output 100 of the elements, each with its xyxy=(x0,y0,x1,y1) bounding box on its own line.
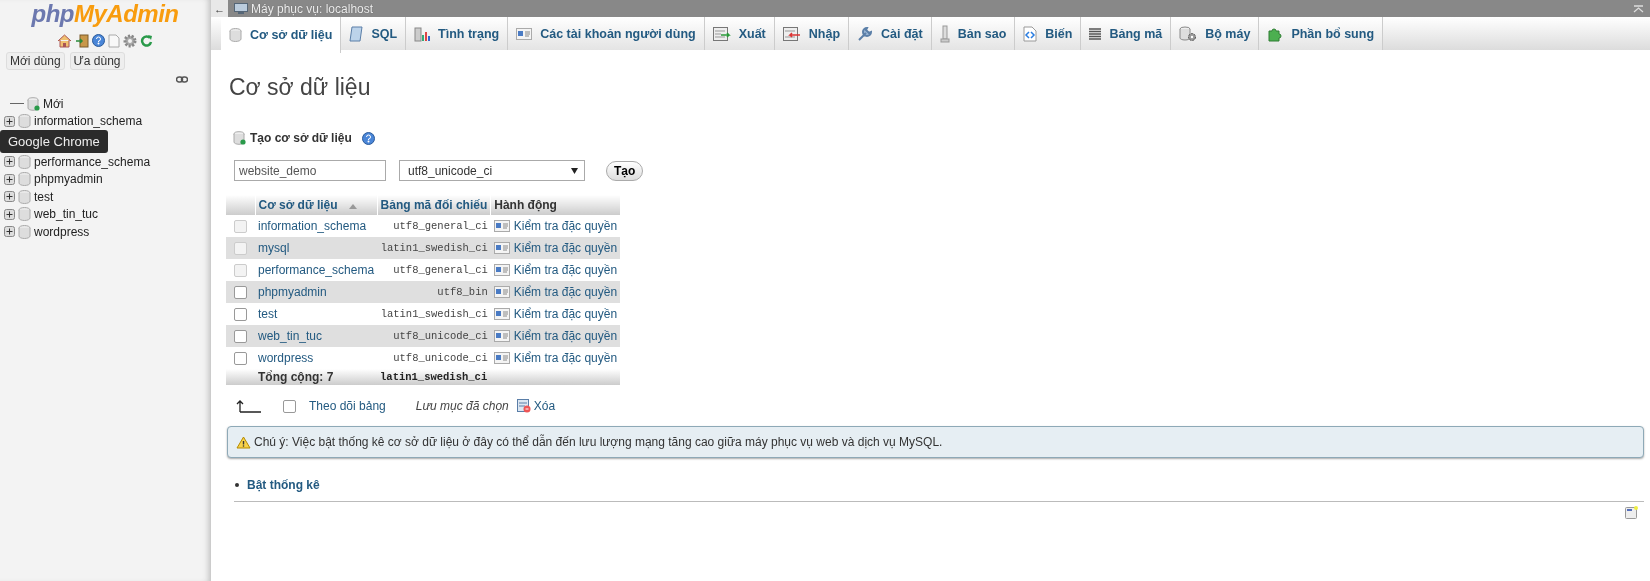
page-title: Cơ sở dữ liệu xyxy=(229,74,372,101)
table-cell: latin1_swedish_ci xyxy=(380,242,488,254)
tree-item[interactable]: wordpress xyxy=(34,224,90,239)
nav-tab[interactable]: Cài đặt xyxy=(849,17,932,50)
logo[interactable]: phpMyAdmin xyxy=(0,0,210,30)
link-icon[interactable] xyxy=(176,76,188,83)
row-checkbox[interactable] xyxy=(234,352,247,366)
select-all-label[interactable]: Theo dõi bảng xyxy=(309,399,386,413)
table-cell: latin1_swedish_ci xyxy=(380,371,488,383)
help-icon[interactable] xyxy=(92,34,105,47)
id-card-icon xyxy=(493,352,510,364)
nav-tab[interactable]: Biến xyxy=(1015,17,1082,50)
expand-icon[interactable] xyxy=(4,156,15,168)
expand-icon[interactable] xyxy=(4,173,15,185)
code-file-icon xyxy=(1023,25,1038,42)
document-icon xyxy=(349,25,364,42)
database-icon xyxy=(229,28,242,42)
expand-icon[interactable] xyxy=(4,208,15,220)
table-cell: utf8_unicode_ci xyxy=(393,330,488,342)
dropdown-arrow-icon[interactable] xyxy=(571,167,578,174)
nav-tab[interactable]: Bộ máy xyxy=(1171,17,1260,50)
id-card-icon xyxy=(516,27,533,40)
nav-tab[interactable]: SQL xyxy=(341,17,407,50)
database-name-field[interactable]: website_demo xyxy=(234,160,386,181)
tree-item[interactable]: test xyxy=(34,189,54,204)
nav-tab[interactable]: Bảng mã xyxy=(1081,17,1172,50)
database-icon xyxy=(18,154,31,169)
nav-tab[interactable]: Các tài khoản người dùng xyxy=(508,17,705,50)
new-database-icon xyxy=(27,96,40,111)
list-icon xyxy=(1089,27,1102,40)
notice-text: Chú ý: Việc bật thống kê cơ sở dữ liệu ở đây có thể dẫn đến lưu lượng mạng tăng cao giữa máy phục vụ web và dịch vụ MySQL. xyxy=(254,435,943,449)
database-icon xyxy=(18,172,31,187)
export-icon xyxy=(712,26,731,41)
tree-item[interactable]: information_schema xyxy=(34,114,143,129)
expand-icon[interactable] xyxy=(4,191,15,203)
server-icon xyxy=(234,2,248,15)
console-icon[interactable] xyxy=(1625,506,1638,519)
collation-dropdown[interactable]: utf8_unicode_ci xyxy=(399,160,585,181)
database-icon xyxy=(18,114,31,129)
id-card-icon xyxy=(493,220,510,232)
id-card-icon xyxy=(493,264,510,276)
enable-statistics-link[interactable]: Bật thống kê xyxy=(247,478,320,492)
tree-item[interactable]: performance_schema xyxy=(34,154,151,169)
help-icon[interactable] xyxy=(361,131,375,145)
expand-icon[interactable] xyxy=(4,226,15,238)
corner-arrow-icon xyxy=(236,399,261,413)
database-link[interactable]: test xyxy=(258,307,278,321)
id-card-icon xyxy=(493,286,510,298)
wrench-icon xyxy=(857,25,873,42)
nav-tab[interactable]: Tình trạng xyxy=(406,17,509,50)
sidebar-tab[interactable]: Ưa dùng xyxy=(69,52,125,70)
tree-item[interactable]: phpmyadmin xyxy=(34,172,103,187)
privileges-link[interactable]: Kiểm tra đặc quyền xyxy=(513,307,618,321)
home-icon[interactable] xyxy=(57,34,72,48)
reload-icon[interactable] xyxy=(140,34,153,47)
total-label: Tổng cộng: 7 xyxy=(258,370,334,384)
delete-icon[interactable] xyxy=(516,399,531,413)
collapse-icon[interactable] xyxy=(1633,4,1644,13)
row-checkbox[interactable] xyxy=(234,286,247,300)
with-selected-label: Lưu mục đã chọn xyxy=(415,399,509,413)
nav-tab[interactable]: Phần bổ sung xyxy=(1259,17,1384,50)
privileges-link[interactable]: Kiểm tra đặc quyền xyxy=(513,351,618,365)
table-cell: utf8_bin xyxy=(437,286,488,298)
table-cell: utf8_unicode_ci xyxy=(393,352,488,364)
row-checkbox[interactable] xyxy=(234,308,247,322)
select-all-checkbox[interactable] xyxy=(283,399,296,413)
id-card-icon xyxy=(493,308,510,320)
table-cell: utf8_general_ci xyxy=(393,220,488,232)
warning-icon xyxy=(236,435,251,449)
tooltip: Google Chrome xyxy=(0,130,108,153)
database-icon xyxy=(18,224,31,239)
settings-icon[interactable] xyxy=(123,34,137,48)
new-database-icon xyxy=(233,131,246,145)
database-icon xyxy=(18,207,31,222)
id-card-icon xyxy=(493,242,510,254)
expand-icon[interactable] xyxy=(4,115,15,127)
sort-ascending-icon[interactable] xyxy=(348,204,357,209)
import-icon xyxy=(782,26,801,41)
delete-link[interactable]: Xóa xyxy=(533,399,556,413)
tree-item[interactable]: web_tin_tuc xyxy=(34,207,99,222)
pillar-icon xyxy=(939,24,950,43)
bar-chart-icon xyxy=(414,25,431,42)
nav-tab[interactable]: Nhập xyxy=(774,17,849,50)
sidebar-tab[interactable]: Mới dùng xyxy=(6,52,65,70)
row-checkbox[interactable] xyxy=(234,330,247,344)
puzzle-icon xyxy=(1267,25,1284,42)
exit-door-icon[interactable] xyxy=(75,34,89,48)
tree-item[interactable]: Mới xyxy=(43,96,64,111)
nav-tab[interactable]: Bản sao xyxy=(931,17,1016,50)
section-heading: Tạo cơ sở dữ liệu xyxy=(250,131,352,145)
nav-tab[interactable]: Xuất xyxy=(704,17,775,50)
database-icon xyxy=(18,189,31,204)
table-cell: utf8_general_ci xyxy=(393,264,488,276)
nav-tab[interactable]: Cơ sở dữ liệu xyxy=(221,17,342,53)
database-link[interactable]: wordpress xyxy=(258,351,314,365)
column-header: Hành động xyxy=(494,198,557,212)
create-button[interactable]: Tạo xyxy=(606,160,644,181)
id-card-icon xyxy=(493,330,510,342)
table-cell: latin1_swedish_ci xyxy=(380,308,488,320)
back-button[interactable]: ← xyxy=(211,0,228,17)
